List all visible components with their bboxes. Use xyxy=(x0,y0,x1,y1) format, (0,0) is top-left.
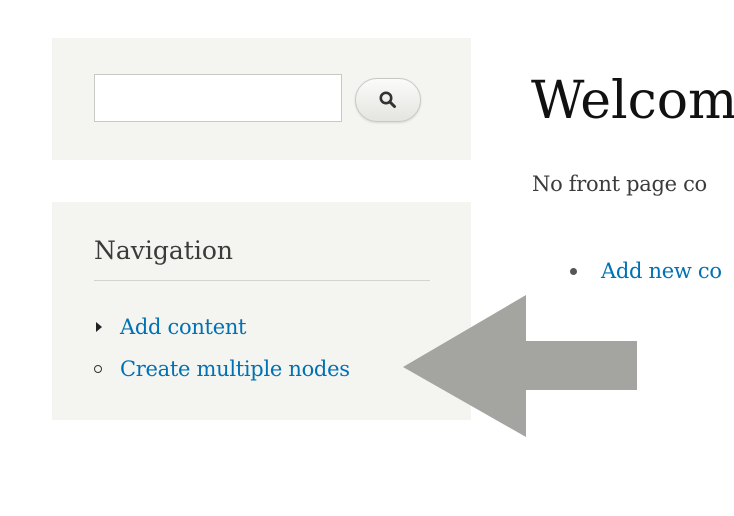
bullet-icon xyxy=(570,267,577,275)
search-button[interactable] xyxy=(355,78,421,122)
navigation-menu: Add content Create multiple nodes xyxy=(94,306,350,390)
add-content-link[interactable]: Add content xyxy=(120,315,246,339)
no-content-message: No front page co xyxy=(532,172,707,196)
main-link-list: Add new co xyxy=(570,254,722,288)
navigation-title: Navigation xyxy=(94,234,430,281)
search-input[interactable] xyxy=(94,74,342,122)
list-item: Add new co xyxy=(570,254,722,288)
menu-item-create-multiple-nodes: Create multiple nodes xyxy=(94,348,350,390)
collapsed-arrow-icon xyxy=(94,322,120,332)
leaf-circle-icon xyxy=(94,365,120,373)
add-new-content-link[interactable]: Add new co xyxy=(601,259,722,283)
menu-item-add-content: Add content xyxy=(94,306,350,348)
page-title: Welcom xyxy=(531,71,734,131)
search-icon xyxy=(378,90,398,110)
navigation-block: Navigation Add content Create multiple n… xyxy=(52,202,471,420)
page: Navigation Add content Create multiple n… xyxy=(0,0,734,516)
create-multiple-nodes-link[interactable]: Create multiple nodes xyxy=(120,357,350,381)
search-block xyxy=(52,38,471,160)
